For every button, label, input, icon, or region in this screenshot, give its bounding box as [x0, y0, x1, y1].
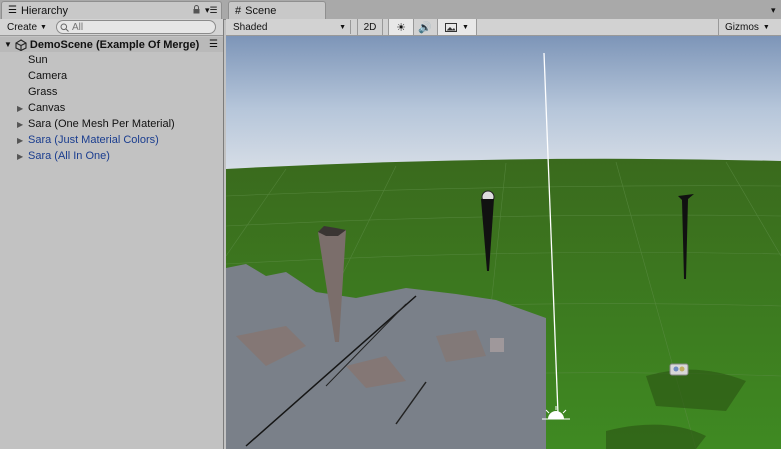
scene-grid-icon: #	[235, 4, 242, 17]
shading-mode-dropdown[interactable]: Shaded ▼	[229, 20, 351, 34]
hierarchy-item-label: Sara (One Mesh Per Material)	[28, 118, 175, 130]
audio-icon: 🔊	[418, 21, 432, 34]
hierarchy-item-label: Sun	[28, 54, 48, 66]
scene-name: DemoScene (Example Of Merge)	[29, 38, 200, 51]
tab-hierarchy[interactable]: ☰ Hierarchy	[1, 1, 222, 19]
audio-toggle-button[interactable]: 🔊	[413, 19, 438, 35]
search-input[interactable]	[72, 21, 202, 33]
lock-icon[interactable]	[193, 5, 200, 14]
list-icon: ☰	[8, 5, 17, 16]
sun-icon: ☀	[396, 21, 406, 34]
scene-viewport[interactable]	[226, 36, 781, 449]
expand-arrow-icon[interactable]: ▶	[17, 152, 27, 161]
hierarchy-item-label: Grass	[28, 86, 58, 98]
hierarchy-item-label: Sara (All In One)	[28, 150, 110, 162]
hierarchy-item[interactable]: Grass	[0, 84, 223, 100]
scene-root-row[interactable]: ▼ DemoScene (Example Of Merge) ☰	[0, 37, 223, 52]
dropdown-arrow-icon: ▼	[339, 23, 346, 31]
tab-scene[interactable]: # Scene	[228, 1, 326, 19]
scene-menu-icon[interactable]: ▾	[771, 4, 781, 16]
hierarchy-item[interactable]: ▶ Sara (All In One)	[0, 148, 223, 164]
camera-gizmo[interactable]	[669, 363, 689, 376]
expand-arrow-icon[interactable]: ▼	[4, 40, 12, 49]
hierarchy-item[interactable]: ▶ Sara (One Mesh Per Material)	[0, 116, 223, 132]
hierarchy-item-label: Camera	[28, 70, 68, 82]
hierarchy-panel: Create ▼ ▼ DemoScene (Example Of Merge) …	[0, 19, 224, 449]
dropdown-arrow-icon: ▼	[762, 23, 770, 31]
image-effects-icon	[445, 22, 458, 32]
hierarchy-item[interactable]: Camera	[0, 68, 223, 84]
gizmos-dropdown[interactable]: Gizmos ▼	[718, 19, 781, 35]
hierarchy-item[interactable]: ▶ Canvas	[0, 100, 223, 116]
sky	[226, 36, 781, 169]
hierarchy-item-label: Canvas	[28, 102, 66, 114]
create-button[interactable]: Create ▼	[3, 20, 51, 34]
tab-hierarchy-label: Hierarchy	[20, 4, 69, 17]
unity-scene-icon	[15, 38, 27, 51]
hierarchy-item[interactable]: ▶ Sara (Just Material Colors)	[0, 132, 223, 148]
dropdown-arrow-icon: ▼	[40, 23, 47, 31]
search-field[interactable]	[56, 20, 216, 34]
menu-icon[interactable]: ▾☰	[205, 4, 219, 16]
2d-label: 2D	[363, 21, 377, 33]
tab-strip: ☰ Hierarchy ▾☰ # Scene ▾	[0, 0, 781, 20]
expand-arrow-icon[interactable]: ▶	[17, 104, 27, 113]
scene-toolbar: Shaded ▼ 2D ☀ 🔊 ▼ Gizmos ▼	[226, 19, 781, 36]
canvas-gizmo[interactable]	[490, 338, 504, 352]
scene-row-menu-icon[interactable]: ☰	[209, 39, 218, 50]
hierarchy-toolbar: Create ▼	[0, 19, 223, 36]
effects-toggle-button[interactable]: ▼	[438, 19, 477, 35]
scene-view-panel: Shaded ▼ 2D ☀ 🔊 ▼ Gizmos ▼	[226, 19, 781, 449]
dropdown-arrow-icon[interactable]: ▼	[462, 24, 469, 31]
2d-toggle-button[interactable]: 2D	[357, 19, 383, 35]
lighting-toggle-button[interactable]: ☀	[388, 19, 414, 35]
gizmos-label: Gizmos	[725, 21, 759, 33]
create-button-label: Create	[7, 21, 38, 33]
search-icon	[60, 23, 69, 32]
expand-arrow-icon[interactable]: ▶	[17, 136, 27, 145]
expand-arrow-icon[interactable]: ▶	[17, 120, 27, 129]
hierarchy-item-label: Sara (Just Material Colors)	[28, 134, 159, 146]
hierarchy-item[interactable]: Sun	[0, 52, 223, 68]
tab-scene-label: Scene	[245, 4, 277, 17]
shading-mode-label: Shaded	[233, 21, 268, 33]
